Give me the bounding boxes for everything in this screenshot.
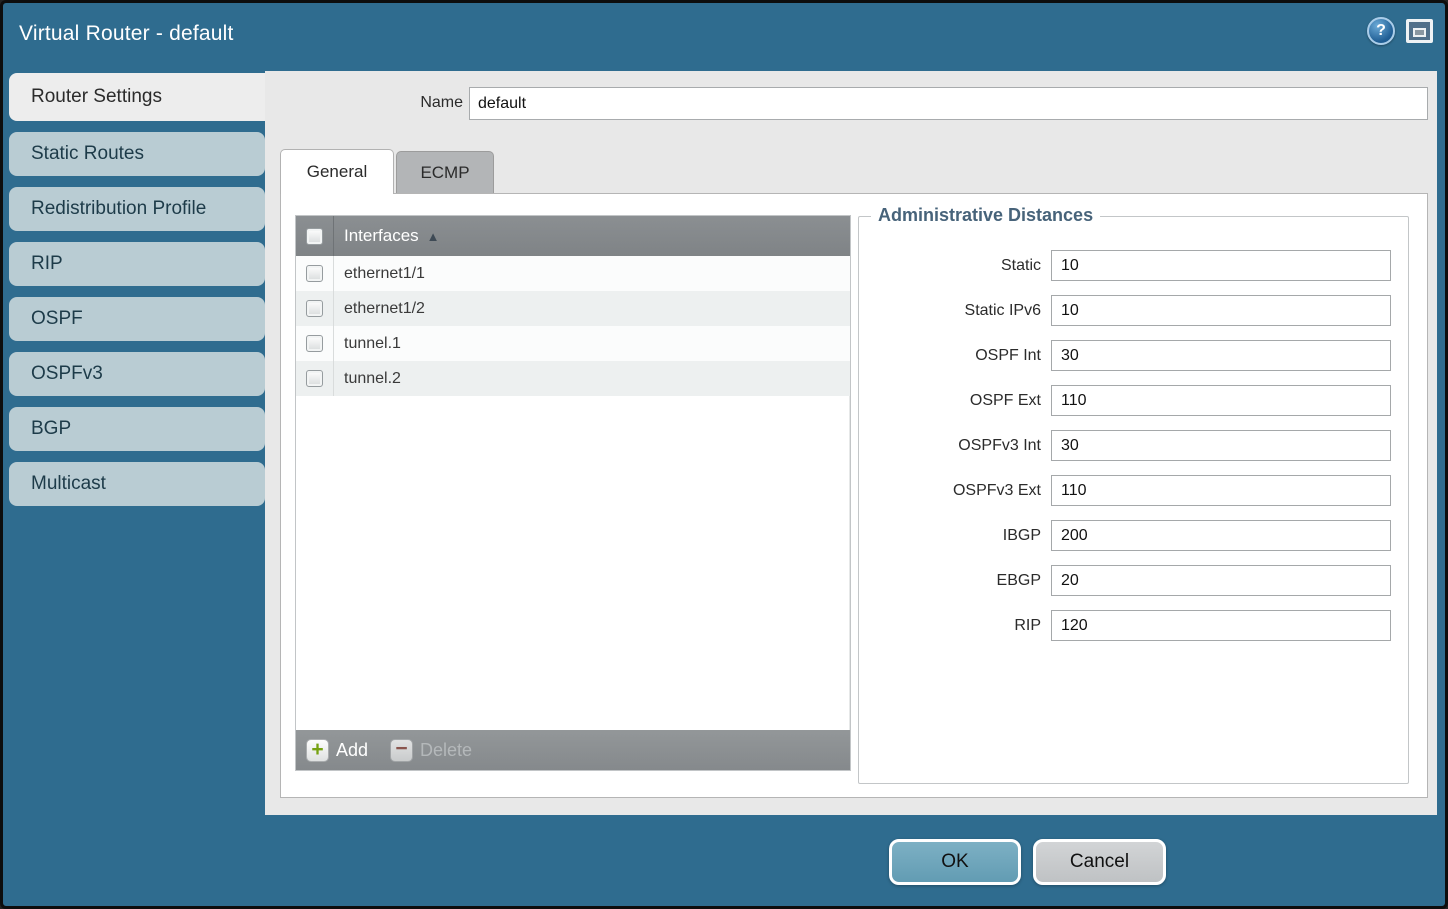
rip-input[interactable] <box>1051 610 1391 641</box>
admin-row-ebgp: EBGP <box>859 565 1408 596</box>
titlebar-icons: ? <box>1367 17 1433 45</box>
sidebar-item-ospf[interactable]: OSPF <box>9 297 265 341</box>
ospf-int-label: OSPF Int <box>859 347 1051 365</box>
ospfv3-int-input[interactable] <box>1051 430 1391 461</box>
interface-name: tunnel.1 <box>334 335 401 353</box>
table-row[interactable]: tunnel.1 <box>296 326 850 361</box>
admin-row-ospfv3-ext: OSPFv3 Ext <box>859 475 1408 506</box>
interfaces-column-header[interactable]: Interfaces <box>334 226 419 246</box>
name-label: Name <box>265 94 463 112</box>
admin-row-rip: RIP <box>859 610 1408 641</box>
admin-row-ibgp: IBGP <box>859 520 1408 551</box>
plus-glyph: + <box>311 739 323 760</box>
ebgp-input[interactable] <box>1051 565 1391 596</box>
ospfv3-ext-label: OSPFv3 Ext <box>859 482 1051 500</box>
row-checkbox[interactable] <box>306 265 323 282</box>
admin-row-static-ipv6: Static IPv6 <box>859 295 1408 326</box>
tab-general[interactable]: General <box>280 149 394 194</box>
name-input[interactable] <box>469 87 1428 120</box>
ospf-ext-label: OSPF Ext <box>859 392 1051 410</box>
table-row[interactable]: ethernet1/1 <box>296 256 850 291</box>
rip-label: RIP <box>859 617 1051 635</box>
tab-ecmp[interactable]: ECMP <box>396 151 494 193</box>
static-label: Static <box>859 257 1051 275</box>
row-checkbox-cell <box>296 361 334 396</box>
row-checkbox[interactable] <box>306 300 323 317</box>
ebgp-label: EBGP <box>859 572 1051 590</box>
ospf-int-input[interactable] <box>1051 340 1391 371</box>
ospfv3-ext-input[interactable] <box>1051 475 1391 506</box>
window-icon[interactable] <box>1406 19 1433 43</box>
table-empty-area <box>296 396 850 730</box>
ibgp-input[interactable] <box>1051 520 1391 551</box>
admin-row-static: Static <box>859 250 1408 281</box>
sidebar-item-static-routes[interactable]: Static Routes <box>9 132 265 176</box>
row-checkbox-cell <box>296 256 334 291</box>
tabstrip: General ECMP <box>280 148 494 193</box>
interface-name: tunnel.2 <box>334 370 401 388</box>
sidebar-item-ospfv3[interactable]: OSPFv3 <box>9 352 265 396</box>
minus-icon: − <box>390 739 413 762</box>
sidebar-item-multicast[interactable]: Multicast <box>9 462 265 506</box>
sort-ascending-icon[interactable]: ▲ <box>427 229 440 244</box>
admin-row-ospf-ext: OSPF Ext <box>859 385 1408 416</box>
table-row[interactable]: tunnel.2 <box>296 361 850 396</box>
row-checkbox-cell <box>296 291 334 326</box>
static-input[interactable] <box>1051 250 1391 281</box>
sidebar-item-rip[interactable]: RIP <box>9 242 265 286</box>
interfaces-table: Interfaces ▲ ethernet1/1 ethernet1/2 <box>295 215 851 771</box>
help-icon[interactable]: ? <box>1367 17 1395 45</box>
titlebar: Virtual Router - default ? <box>3 3 1445 65</box>
cancel-button[interactable]: Cancel <box>1033 839 1166 885</box>
add-button[interactable]: + Add <box>306 739 368 762</box>
admin-row-ospfv3-int: OSPFv3 Int <box>859 430 1408 461</box>
interfaces-table-header: Interfaces ▲ <box>296 216 850 256</box>
plus-icon: + <box>306 739 329 762</box>
ospfv3-int-label: OSPFv3 Int <box>859 437 1051 455</box>
ibgp-label: IBGP <box>859 527 1051 545</box>
select-all-cell <box>296 216 334 256</box>
select-all-checkbox[interactable] <box>306 228 323 245</box>
row-checkbox[interactable] <box>306 370 323 387</box>
sidebar-item-router-settings[interactable]: Router Settings <box>9 73 265 121</box>
interface-name: ethernet1/1 <box>334 265 425 283</box>
administrative-distances-rows: Static Static IPv6 OSPF Int OSPF Ext <box>859 250 1408 655</box>
row-checkbox[interactable] <box>306 335 323 352</box>
administrative-distances-fieldset: Administrative Distances Static Static I… <box>858 216 1409 784</box>
interfaces-table-footer: + Add − Delete <box>296 730 850 770</box>
content-panel: Name General ECMP Interfaces ▲ <box>265 71 1437 815</box>
sidebar-item-redistribution-profile[interactable]: Redistribution Profile <box>9 187 265 231</box>
dialog-footer: OK Cancel <box>3 815 1445 909</box>
minus-glyph: − <box>395 738 407 759</box>
sidebar-item-bgp[interactable]: BGP <box>9 407 265 451</box>
sidebar: Router Settings Static Routes Redistribu… <box>9 73 265 517</box>
table-row[interactable]: ethernet1/2 <box>296 291 850 326</box>
window-icon-inner <box>1413 28 1426 37</box>
administrative-distances-title: Administrative Distances <box>871 205 1100 226</box>
ospf-ext-input[interactable] <box>1051 385 1391 416</box>
admin-row-ospf-int: OSPF Int <box>859 340 1408 371</box>
dialog-title: Virtual Router - default <box>19 22 234 46</box>
interface-name: ethernet1/2 <box>334 300 425 318</box>
row-checkbox-cell <box>296 326 334 361</box>
add-button-label: Add <box>336 740 368 761</box>
static-ipv6-label: Static IPv6 <box>859 302 1051 320</box>
ok-button[interactable]: OK <box>889 839 1021 885</box>
delete-button[interactable]: − Delete <box>390 739 472 762</box>
delete-button-label: Delete <box>420 740 472 761</box>
general-tab-panel: Interfaces ▲ ethernet1/1 ethernet1/2 <box>280 193 1428 798</box>
virtual-router-dialog: Virtual Router - default ? Router Settin… <box>0 0 1448 909</box>
static-ipv6-input[interactable] <box>1051 295 1391 326</box>
